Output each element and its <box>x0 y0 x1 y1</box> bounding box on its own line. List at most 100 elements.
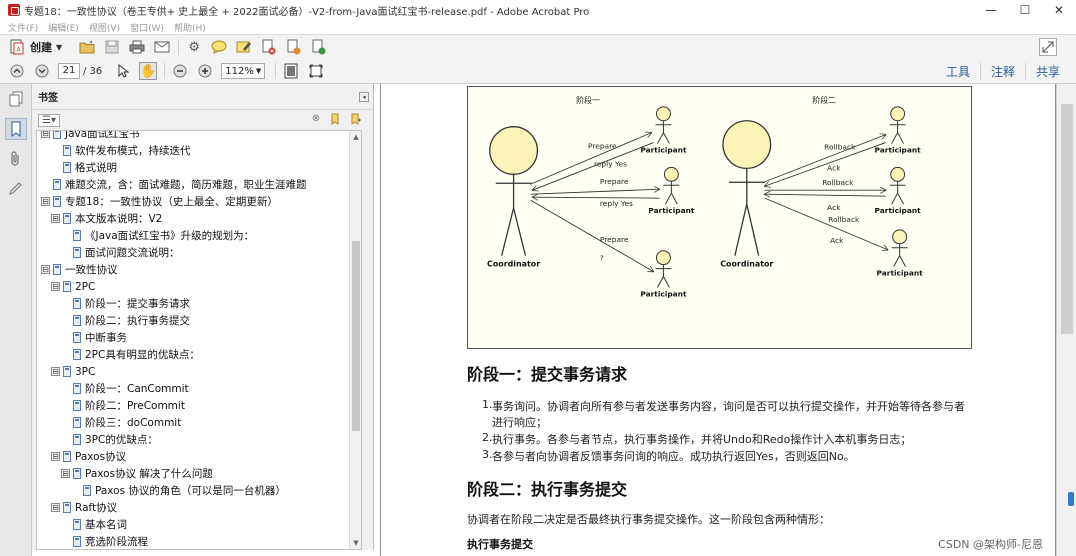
create-label: 创建 <box>30 41 52 54</box>
bookmark-item[interactable]: ⊟ 一致性协议 <box>41 261 118 278</box>
comment-icon[interactable] <box>210 38 228 56</box>
heading-phase1: 阶段一：提交事务请求 <box>467 365 628 384</box>
bookmark-label: Raft协议 <box>75 502 118 514</box>
bookmark-item[interactable]: 阶段二：执行事务提交 <box>73 312 190 329</box>
bookmark-options-button[interactable]: ☰▾ <box>38 113 60 127</box>
bookmark-item[interactable]: 《Java面试红宝书》升级的规划为： <box>73 227 254 244</box>
collapse-toggle-icon[interactable]: ⊟ <box>41 131 50 138</box>
bookmark-item[interactable]: Paxos 协议的角色（可以是同一台机器） <box>83 482 286 499</box>
bookmark-item[interactable]: ⊟ Raft协议 <box>51 499 117 516</box>
fit-page-icon[interactable] <box>282 62 300 80</box>
bookmark-item[interactable]: ⊟ 专题18：一致性协议（史上最全、定期更新） <box>41 193 278 210</box>
bookmark-item[interactable]: 面试问题交流说明： <box>73 244 180 261</box>
toolbar-divider <box>275 63 277 79</box>
create-button[interactable]: A 创建 ▼ <box>8 38 62 56</box>
bookmark-item[interactable]: 格式说明 <box>63 159 117 176</box>
bookmark-item[interactable]: ⊟ Java面试红宝书 <box>41 131 140 142</box>
bookmark-item[interactable]: ⊟ 2PC <box>51 278 95 295</box>
delete-page-icon[interactable] <box>260 38 278 56</box>
page-number-input[interactable]: 21 <box>58 63 80 79</box>
list-item-continuation: 进行响应； <box>492 416 547 429</box>
scrollbar-thumb[interactable] <box>352 241 360 431</box>
highlight-icon[interactable] <box>235 38 253 56</box>
collapse-toggle-icon[interactable]: ⊟ <box>51 282 60 291</box>
maximize-button[interactable]: ☐ <box>1008 0 1042 20</box>
scrollbar-thumb[interactable] <box>1061 104 1073 334</box>
fullscreen-icon[interactable] <box>1039 38 1057 56</box>
bookmark-icon <box>53 196 61 207</box>
next-page-icon[interactable] <box>33 62 51 80</box>
email-icon[interactable] <box>153 38 171 56</box>
menu-help[interactable]: 帮助(H) <box>174 21 206 34</box>
zoom-level-select[interactable]: 112% ▼ <box>221 63 266 79</box>
bookmark-item[interactable]: 软件发布模式，持续迭代 <box>63 142 191 159</box>
bookmark-item[interactable]: 阶段三：doCommit <box>73 414 181 431</box>
phase1-label: 阶段一 <box>576 95 600 105</box>
scroll-down-icon[interactable]: ▼ <box>350 537 361 549</box>
menu-file[interactable]: 文件(F) <box>8 21 38 34</box>
new-bookmark-icon[interactable] <box>329 113 343 127</box>
bookmark-item[interactable]: ⊟ 本文版本说明：V2 <box>51 210 162 227</box>
bookmark-icon <box>73 247 81 258</box>
collapse-toggle-icon[interactable]: ⊟ <box>51 367 60 376</box>
collapse-toggle-icon[interactable]: ⊟ <box>51 452 60 461</box>
menu-edit[interactable]: 编辑(E) <box>48 21 79 34</box>
collapse-toggle-icon[interactable]: ⊟ <box>51 503 60 512</box>
collapse-toggle-icon[interactable]: ⊟ <box>61 469 70 478</box>
menu-view[interactable]: 视图(V) <box>89 21 120 34</box>
delete-bookmark-icon[interactable]: ⊗ <box>309 113 323 127</box>
bookmark-item[interactable]: 2PC具有明显的优缺点： <box>73 346 200 363</box>
rollback-arrow <box>764 197 888 250</box>
list-number: 2. <box>482 431 493 444</box>
bookmark-item[interactable]: ⊟ Paxos协议 解决了什么问题 <box>61 465 213 482</box>
bookmark-item[interactable]: 中断事务 <box>73 329 127 346</box>
collapse-toggle-icon[interactable]: ⊟ <box>41 197 50 206</box>
rollback-message: Rollback <box>828 215 860 224</box>
menu-window[interactable]: 窗口(W) <box>130 21 164 34</box>
bookmark-item[interactable]: 竞选阶段流程 <box>73 533 148 549</box>
bookmark-item[interactable]: 基本名词 <box>73 516 127 533</box>
side-handle[interactable] <box>1068 492 1074 506</box>
collapse-panel-button[interactable]: ◂ <box>359 92 369 102</box>
bookmarks-scrollbar[interactable]: ▲ ▼ <box>349 131 361 549</box>
document-scrollbar[interactable] <box>1056 84 1076 556</box>
signatures-icon[interactable] <box>5 178 27 200</box>
save-icon[interactable] <box>103 38 121 56</box>
scroll-up-icon[interactable]: ▲ <box>350 131 361 143</box>
fit-width-icon[interactable] <box>307 62 325 80</box>
bookmark-icon <box>73 332 81 343</box>
participant-label: Participant <box>640 289 687 298</box>
participant-actor <box>891 229 908 267</box>
collapse-toggle-icon[interactable]: ⊟ <box>51 214 60 223</box>
bookmark-item[interactable]: 阶段一：CanCommit <box>73 380 189 397</box>
print-icon[interactable] <box>128 38 146 56</box>
close-button[interactable]: ✕ <box>1042 0 1076 20</box>
minimize-button[interactable]: — <box>974 0 1008 20</box>
open-folder-icon[interactable] <box>78 38 96 56</box>
attachments-icon[interactable] <box>5 148 27 170</box>
tools-link[interactable]: 工具 <box>936 63 980 80</box>
zoom-in-icon[interactable] <box>196 62 214 80</box>
expand-bookmark-icon[interactable] <box>349 113 363 127</box>
bookmark-item[interactable]: 难题交流，含：面试难题，简历难题，职业生涯难题 <box>53 176 307 193</box>
zoom-out-icon[interactable] <box>171 62 189 80</box>
bookmark-item[interactable]: 3PC的优缺点： <box>73 431 158 448</box>
bookmarks-icon[interactable] <box>5 118 27 140</box>
secure-document-icon[interactable] <box>310 38 328 56</box>
comment-link[interactable]: 注释 <box>979 63 1025 80</box>
collapse-toggle-icon[interactable]: ⊟ <box>41 265 50 274</box>
bookmark-item[interactable]: ⊟ Paxos协议 <box>51 448 126 465</box>
participant-actor <box>655 250 672 288</box>
previous-page-icon[interactable] <box>8 62 26 80</box>
bookmark-icon <box>63 366 71 377</box>
page-thumbnails-icon[interactable] <box>5 88 27 110</box>
gear-icon[interactable]: ⚙ <box>185 38 203 56</box>
bookmark-item[interactable]: 阶段二：PreCommit <box>73 397 185 414</box>
select-cursor-icon[interactable] <box>114 62 132 80</box>
bookmark-item[interactable]: ⊟ 3PC <box>51 363 95 380</box>
participant-actor <box>655 106 672 144</box>
bookmark-item[interactable]: 阶段一：提交事务请求 <box>73 295 190 312</box>
export-icon[interactable] <box>285 38 303 56</box>
share-link[interactable]: 共享 <box>1024 63 1070 80</box>
hand-tool-icon[interactable]: ✋ <box>139 62 158 80</box>
